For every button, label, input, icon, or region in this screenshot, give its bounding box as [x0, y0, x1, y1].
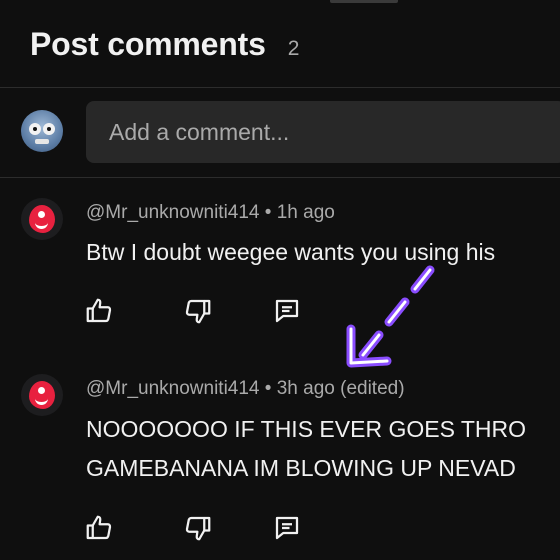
- comment-author[interactable]: @Mr_unknowniti414: [86, 202, 260, 223]
- current-user-avatar[interactable]: [21, 110, 63, 152]
- dislike-button[interactable]: [181, 294, 215, 328]
- comment-author-avatar[interactable]: [21, 374, 63, 416]
- comment-composer[interactable]: [86, 101, 560, 163]
- thumbs-down-icon: [185, 516, 211, 541]
- thumbs-down-icon: [185, 299, 211, 324]
- comment-author[interactable]: @Mr_unknowniti414: [86, 378, 260, 399]
- comment-time: 3h ago (edited): [276, 378, 405, 399]
- comments-panel: Post comments 2 @Mr_unknowniti414 • 1h a…: [0, 0, 560, 560]
- reply-button[interactable]: [270, 294, 304, 328]
- composer-divider: [0, 177, 560, 178]
- reply-button[interactable]: [270, 511, 304, 545]
- avatar-eye-left: [29, 123, 41, 135]
- page-title: Post comments: [30, 26, 266, 62]
- comment-text-line-2: GAMEBANANA IM BLOWING UP NEVAD: [86, 455, 516, 481]
- comment-time: 1h ago: [276, 202, 335, 223]
- meta-separator: •: [264, 202, 272, 223]
- avatar-blob: [29, 381, 55, 409]
- comment-text-line-1: NOOOOOOO IF THIS EVER GOES THRO: [86, 416, 527, 442]
- comment-author-avatar[interactable]: [21, 198, 63, 240]
- meta-separator: •: [264, 378, 272, 399]
- header-divider: [0, 87, 560, 88]
- reply-icon: [275, 516, 299, 540]
- drag-handle[interactable]: [330, 0, 398, 3]
- comment-input[interactable]: [107, 117, 551, 147]
- comment-count: 2: [287, 37, 300, 60]
- avatar-mouth: [35, 139, 49, 144]
- like-button[interactable]: [82, 294, 116, 328]
- thumbs-up-icon: [86, 515, 112, 540]
- avatar-blob: [29, 205, 55, 233]
- dashed-arrow-icon: [346, 265, 435, 368]
- comments-header: Post comments 2: [30, 26, 299, 63]
- dislike-button[interactable]: [181, 511, 215, 545]
- reply-icon: [275, 299, 299, 323]
- comment-meta: @Mr_unknowniti414 • 3h ago (edited): [86, 378, 405, 400]
- like-button[interactable]: [82, 511, 116, 545]
- comment-meta: @Mr_unknowniti414 • 1h ago: [86, 202, 335, 224]
- thumbs-up-icon: [86, 298, 112, 323]
- avatar-eye-right: [43, 123, 55, 135]
